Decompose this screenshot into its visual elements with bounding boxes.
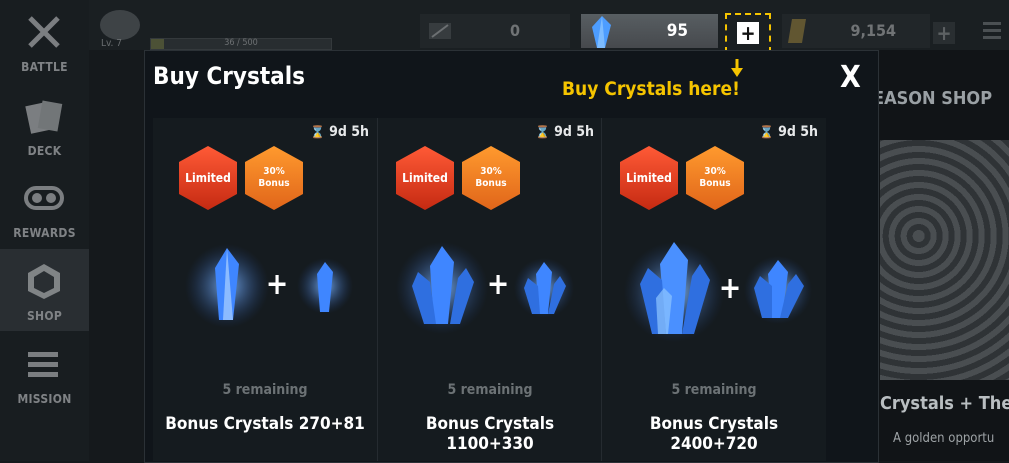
bonus-badge: 30% Bonus <box>245 146 303 210</box>
buy-crystals-callout: Buy Crystals here! <box>562 78 740 100</box>
currency-value-first: 0 <box>510 21 521 40</box>
crystal-bundle-image: + <box>624 242 812 342</box>
gold-value: 9,154 <box>850 21 896 40</box>
nav-label: DECK <box>27 144 62 158</box>
remaining-count: 5 remaining <box>222 382 308 398</box>
coin-pile-image <box>880 140 1009 380</box>
offer-timer: ⌛ 9d 5h <box>759 124 818 140</box>
add-gold-button[interactable]: + <box>933 22 955 44</box>
nav-item-shop[interactable]: SHOP <box>0 249 89 331</box>
season-shop-title: EASON SHOP <box>873 88 993 109</box>
offer-name: Bonus Crystals 270+81 <box>165 414 365 434</box>
nav-item-battle[interactable]: BATTLE <box>0 0 89 82</box>
crossed-swords-icon <box>28 16 60 48</box>
limited-badge: Limited <box>179 146 237 210</box>
svg-text:+: + <box>487 267 510 302</box>
svg-text:+: + <box>719 271 742 306</box>
gold-box: 9,154 <box>782 14 930 48</box>
bonus-badge: 30% Bonus <box>462 146 520 210</box>
nav-item-rewards[interactable]: REWARDS <box>0 166 89 248</box>
cards-icon <box>25 100 63 134</box>
remaining-count: 5 remaining <box>671 382 757 398</box>
gold-bar-icon <box>788 19 806 43</box>
arrow-down-icon <box>731 59 743 77</box>
crystal-balance-box: 95 <box>581 14 718 48</box>
close-button[interactable]: X <box>840 60 861 95</box>
shop-bg-subtitle: A golden opportu <box>893 431 995 446</box>
crystal-icon <box>592 16 611 48</box>
offer-name: Bonus Crystals 2400+720 <box>649 414 779 454</box>
hourglass-icon: ⌛ <box>535 125 551 139</box>
avatar[interactable] <box>100 10 140 40</box>
xp-text: 36 / 500 <box>224 38 258 48</box>
shop-crate-icon <box>28 264 60 299</box>
hourglass-icon: ⌛ <box>310 125 326 139</box>
emblem-icon <box>429 23 451 39</box>
bonus-badge: 30% Bonus <box>686 146 744 210</box>
menu-icon[interactable] <box>983 22 1001 43</box>
reel-icon <box>24 186 64 210</box>
limited-badge: Limited <box>620 146 678 210</box>
left-nav: BATTLE DECK REWARDS SHOP MISSION <box>0 0 89 461</box>
buy-crystals-plus-button[interactable]: + <box>737 22 759 44</box>
crystal-bundle-image: + <box>185 244 353 328</box>
crystal-balance: 95 <box>666 21 688 41</box>
offer-timer: ⌛ 9d 5h <box>310 124 369 140</box>
offer-timer: ⌛ 9d 5h <box>535 124 594 140</box>
nav-label: SHOP <box>26 309 63 323</box>
remaining-count: 5 remaining <box>447 382 533 398</box>
nav-label: MISSION <box>17 392 72 406</box>
nav-label: REWARDS <box>13 226 76 240</box>
nav-label: BATTLE <box>21 60 68 74</box>
nav-item-deck[interactable]: DECK <box>0 84 89 166</box>
limited-badge: Limited <box>396 146 454 210</box>
crystal-bundle-image: + <box>396 242 574 334</box>
offer-card-2[interactable]: ⌛ 9d 5h Limited 30% Bonus + 5 remaining B… <box>377 118 602 461</box>
player-level: Lv. 7 <box>101 38 122 49</box>
shop-bg-caption: Crystals + The I <box>880 393 1009 414</box>
mission-list-icon <box>28 352 58 377</box>
offer-name: Bonus Crystals 1100+330 <box>425 414 555 454</box>
xp-bar: 36 / 500 <box>150 38 332 50</box>
offer-card-1[interactable]: ⌛ 9d 5h Limited 30% Bonus + 5 remaining B… <box>153 118 377 461</box>
nav-item-mission[interactable]: MISSION <box>0 332 89 414</box>
hourglass-icon: ⌛ <box>759 125 775 139</box>
modal-title: Buy Crystals <box>153 62 305 90</box>
offer-card-3[interactable]: ⌛ 9d 5h Limited 30% Bonus + 5 remaining B… <box>601 118 826 461</box>
currency-box-first: 0 <box>420 14 570 48</box>
svg-text:+: + <box>266 267 289 302</box>
